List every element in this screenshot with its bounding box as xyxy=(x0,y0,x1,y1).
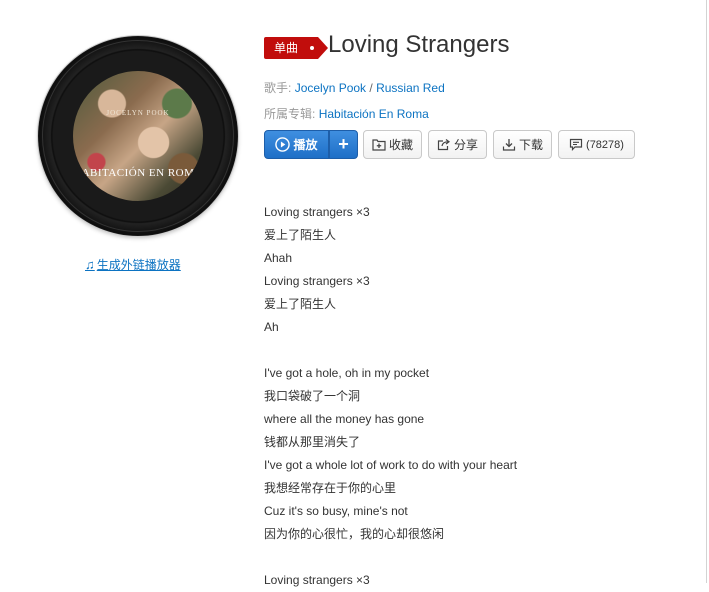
collect-label: 收藏 xyxy=(388,138,413,152)
share-arrow-icon xyxy=(437,138,451,151)
artist-separator: / xyxy=(366,81,377,95)
album-disc: JOCELYN POOK HABITACIÓN EN ROMA xyxy=(38,36,238,236)
lyric-line: 爱上了陌生人 xyxy=(264,297,337,311)
download-button[interactable]: 下载 xyxy=(493,130,552,159)
page-border xyxy=(706,0,707,583)
lyric-line: 因为你的心很忙，我的心却很悠闲 xyxy=(264,527,445,541)
lyric-line: I've got a hole, oh in my pocket xyxy=(264,366,430,380)
lyric-line xyxy=(264,339,517,362)
album-label: 所属专辑: xyxy=(264,107,316,121)
collect-button[interactable]: 收藏 xyxy=(363,130,422,159)
lyric-line: Ah xyxy=(264,320,279,334)
lyric-line: Loving strangers ×3 xyxy=(264,274,370,288)
cover-artist-text: JOCELYN POOK xyxy=(106,109,170,117)
play-label: 播放 xyxy=(293,138,318,152)
lyric-line xyxy=(264,546,517,569)
play-circle-icon xyxy=(275,137,291,152)
lyric-line: 我想经常存在于你的心里 xyxy=(264,481,397,495)
single-badge: 单曲 xyxy=(264,37,328,59)
download-label: 下载 xyxy=(518,138,543,152)
lyric-line: I've got a whole lot of work to do with … xyxy=(264,458,518,472)
lyric-line: where all the money has gone xyxy=(264,412,425,426)
share-label: 分享 xyxy=(453,138,478,152)
add-to-playlist-button[interactable]: + xyxy=(329,130,358,159)
artist-row: 歌手: Jocelyn Pook / Russian Red xyxy=(264,79,445,96)
comment-button[interactable]: (78278) xyxy=(558,130,635,159)
lyric-line: 我口袋破了一个洞 xyxy=(264,389,361,403)
comment-count: (78278) xyxy=(586,138,624,151)
external-player-label: 生成外链播放器 xyxy=(96,258,181,272)
artist-label: 歌手: xyxy=(264,81,292,95)
play-button[interactable]: 播放 xyxy=(264,130,329,159)
music-note-icon: ♫ xyxy=(85,257,95,272)
share-button[interactable]: 分享 xyxy=(428,130,487,159)
lyric-line: Loving strangers ×3 xyxy=(264,205,370,219)
song-title: Loving Strangers xyxy=(328,31,510,58)
cover-album-text: HABITACIÓN EN ROMA xyxy=(73,167,203,179)
add-folder-icon xyxy=(372,138,386,151)
external-player-link[interactable]: ♫ 生成外链播放器 xyxy=(85,256,181,273)
album-link[interactable]: Habitación En Roma xyxy=(319,107,429,121)
lyric-line: 钱都从那里消失了 xyxy=(264,435,361,449)
lyrics-block: Loving strangers ×3 爱上了陌生人 Ahah Loving s… xyxy=(264,201,517,592)
lyric-line: 爱上了陌生人 xyxy=(264,228,337,242)
lyric-line: Loving strangers ×3 xyxy=(264,573,370,587)
comment-bubble-icon xyxy=(569,138,583,151)
lyric-line: Ahah xyxy=(264,251,293,265)
badge-dot xyxy=(310,46,314,50)
badge-label: 单曲 xyxy=(274,41,299,55)
download-icon xyxy=(502,138,516,151)
artist-link-2[interactable]: Russian Red xyxy=(376,81,445,95)
album-cover-image[interactable]: JOCELYN POOK HABITACIÓN EN ROMA xyxy=(73,71,203,201)
lyric-line: Cuz it's so busy, mine's not xyxy=(264,504,408,518)
album-row: 所属专辑: Habitación En Roma xyxy=(264,105,429,122)
artist-link-1[interactable]: Jocelyn Pook xyxy=(295,81,366,95)
